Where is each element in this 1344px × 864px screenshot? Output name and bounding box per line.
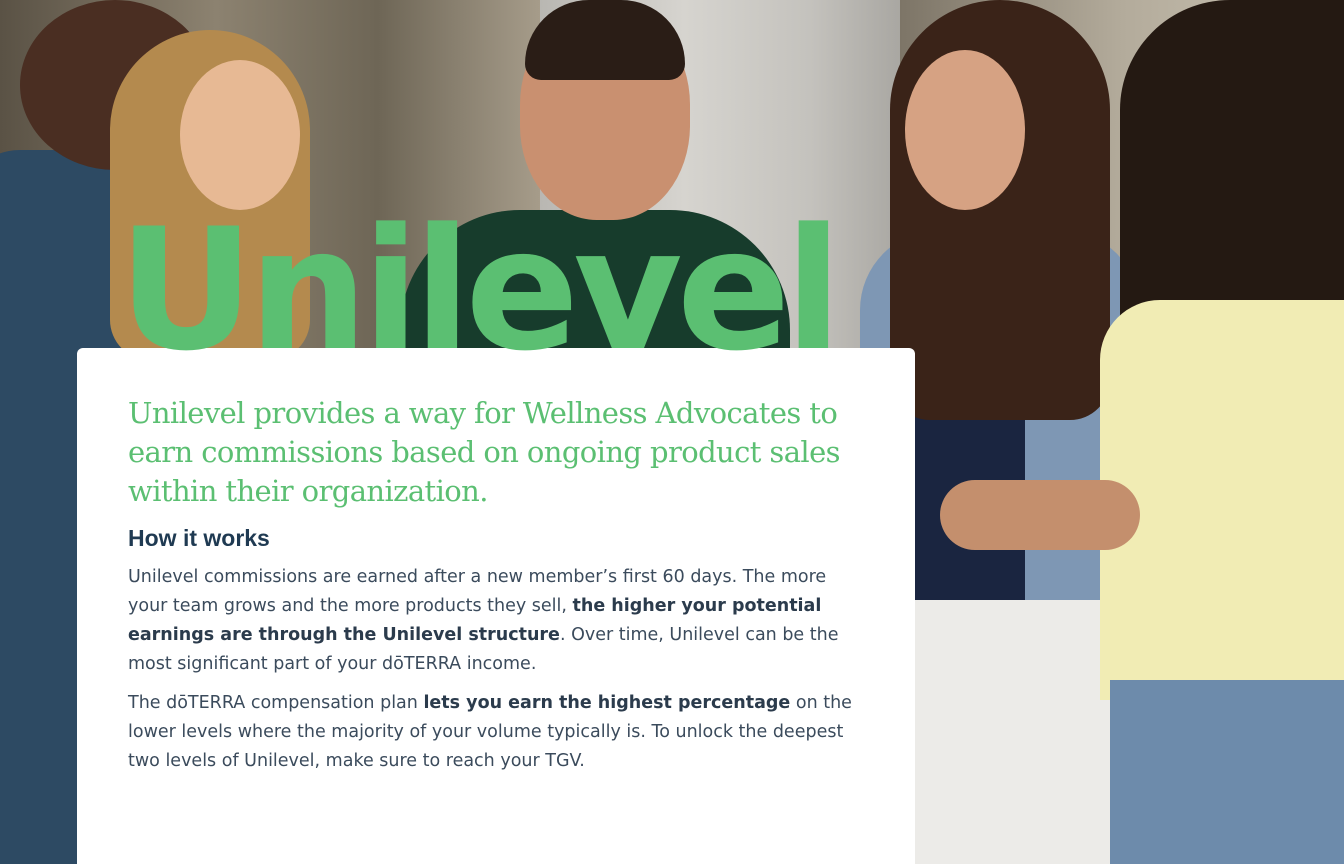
person-5-pants — [1110, 680, 1344, 864]
intro-text: Unilevel provides a way for Wellness Adv… — [128, 396, 841, 508]
section-heading-how-it-works: How it works — [128, 525, 270, 551]
person-4-face — [905, 50, 1025, 210]
person-4-hair — [890, 0, 1110, 420]
paragraph-compensation-plan: The dōTERRA compensation plan lets you e… — [128, 689, 868, 776]
paragraph-compensation-bold: lets you earn the highest percentage — [423, 693, 791, 713]
paragraph-compensation-text-1: The dōTERRA compensation plan — [128, 693, 424, 713]
person-2-face — [180, 60, 300, 210]
person-5-arm — [940, 480, 1140, 550]
person-4-pants — [910, 600, 1110, 864]
paragraph-commissions: Unilevel commissions are earned after a … — [128, 563, 868, 679]
content-card: Unilevel provides a way for Wellness Adv… — [77, 348, 915, 864]
page-title: Unilevel — [118, 192, 842, 388]
